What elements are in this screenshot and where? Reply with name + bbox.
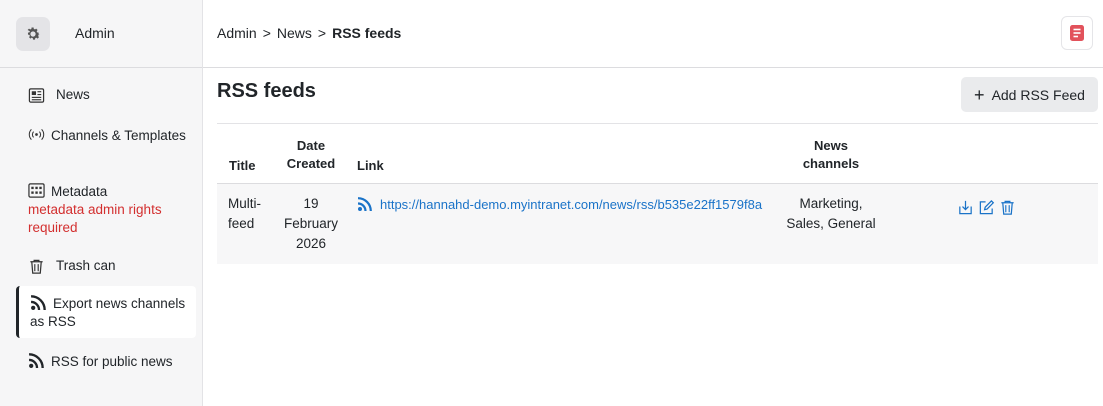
sidebar-item-label: Channels & Templates bbox=[51, 128, 186, 143]
add-rss-feed-button[interactable]: + Add RSS Feed bbox=[961, 77, 1098, 112]
breadcrumb-current: RSS feeds bbox=[332, 25, 402, 41]
sidebar-item-label: Export news channels as RSS bbox=[30, 296, 186, 329]
metadata-warning: metadata admin rights required bbox=[28, 202, 162, 235]
sidebar-item-label: RSS for public news bbox=[51, 354, 173, 369]
delete-icon[interactable] bbox=[999, 199, 1016, 216]
plus-icon: + bbox=[974, 84, 985, 105]
rss-feed-icon bbox=[357, 197, 372, 212]
breadcrumb-item-news[interactable]: News bbox=[277, 25, 312, 41]
sidebar-item-text: RSS for public news bbox=[16, 352, 196, 371]
gear-icon bbox=[27, 27, 41, 40]
column-header-title: Title bbox=[229, 158, 256, 173]
sidebar-item-rss-public-news[interactable]: RSS for public news bbox=[16, 352, 196, 371]
cell-link[interactable]: https://hannahd-demo.myintranet.com/news… bbox=[357, 196, 762, 212]
breadcrumb: Admin > News > RSS feeds bbox=[217, 25, 401, 41]
page-title: RSS feeds bbox=[217, 80, 316, 102]
column-header-link: Link bbox=[357, 158, 384, 173]
metadata-icon bbox=[28, 183, 45, 198]
row-actions bbox=[957, 199, 1016, 216]
download-icon[interactable] bbox=[957, 199, 974, 216]
sidebar-title: Admin bbox=[75, 25, 115, 41]
sidebar-item-text: Export news channels as RSS bbox=[19, 294, 196, 331]
rss-icon bbox=[28, 353, 44, 369]
cell-news-channels: Marketing, Sales, General bbox=[786, 196, 876, 231]
cell-title: Multi-feed bbox=[228, 196, 261, 231]
sidebar-header: Admin bbox=[0, 0, 202, 68]
broadcast-icon bbox=[28, 129, 45, 140]
rss-icon bbox=[30, 295, 46, 311]
sidebar-item-text: Metadata metadata admin rights required bbox=[16, 182, 196, 237]
column-header-date-created: Date Created bbox=[286, 138, 336, 171]
sidebar: Admin News Channels & Templates Metadata… bbox=[0, 0, 203, 406]
sidebar-item-label: Metadata bbox=[51, 184, 108, 199]
document-icon bbox=[1070, 25, 1084, 41]
trash-icon bbox=[30, 259, 43, 274]
breadcrumb-separator: > bbox=[262, 25, 271, 41]
column-header-news-channels: News channels bbox=[802, 138, 860, 171]
sidebar-item-metadata[interactable]: Metadata metadata admin rights required bbox=[16, 182, 196, 237]
app-root: Admin News Channels & Templates Metadata… bbox=[0, 0, 1103, 406]
cell-date-created: 19 February 2026 bbox=[283, 196, 339, 251]
news-app-button[interactable] bbox=[1061, 16, 1093, 50]
breadcrumb-item-admin[interactable]: Admin bbox=[217, 25, 257, 41]
sidebar-item-channels-templates[interactable]: Channels & Templates bbox=[16, 126, 196, 145]
edit-icon[interactable] bbox=[978, 199, 995, 216]
top-bar: Admin > News > RSS feeds bbox=[203, 0, 1103, 68]
add-rss-feed-label: Add RSS Feed bbox=[991, 86, 1085, 103]
sidebar-item-text: Channels & Templates bbox=[16, 126, 196, 145]
settings-tile[interactable] bbox=[16, 17, 50, 51]
breadcrumb-separator: > bbox=[317, 25, 327, 41]
sidebar-item-trash-can[interactable]: Trash can bbox=[16, 257, 196, 275]
table-top-divider bbox=[217, 123, 1098, 124]
sidebar-item-news[interactable]: News bbox=[16, 86, 196, 104]
newspaper-icon bbox=[28, 88, 45, 103]
sidebar-item-export-rss[interactable]: Export news channels as RSS bbox=[16, 286, 196, 338]
rss-feed-url[interactable]: https://hannahd-demo.myintranet.com/news… bbox=[380, 197, 762, 212]
